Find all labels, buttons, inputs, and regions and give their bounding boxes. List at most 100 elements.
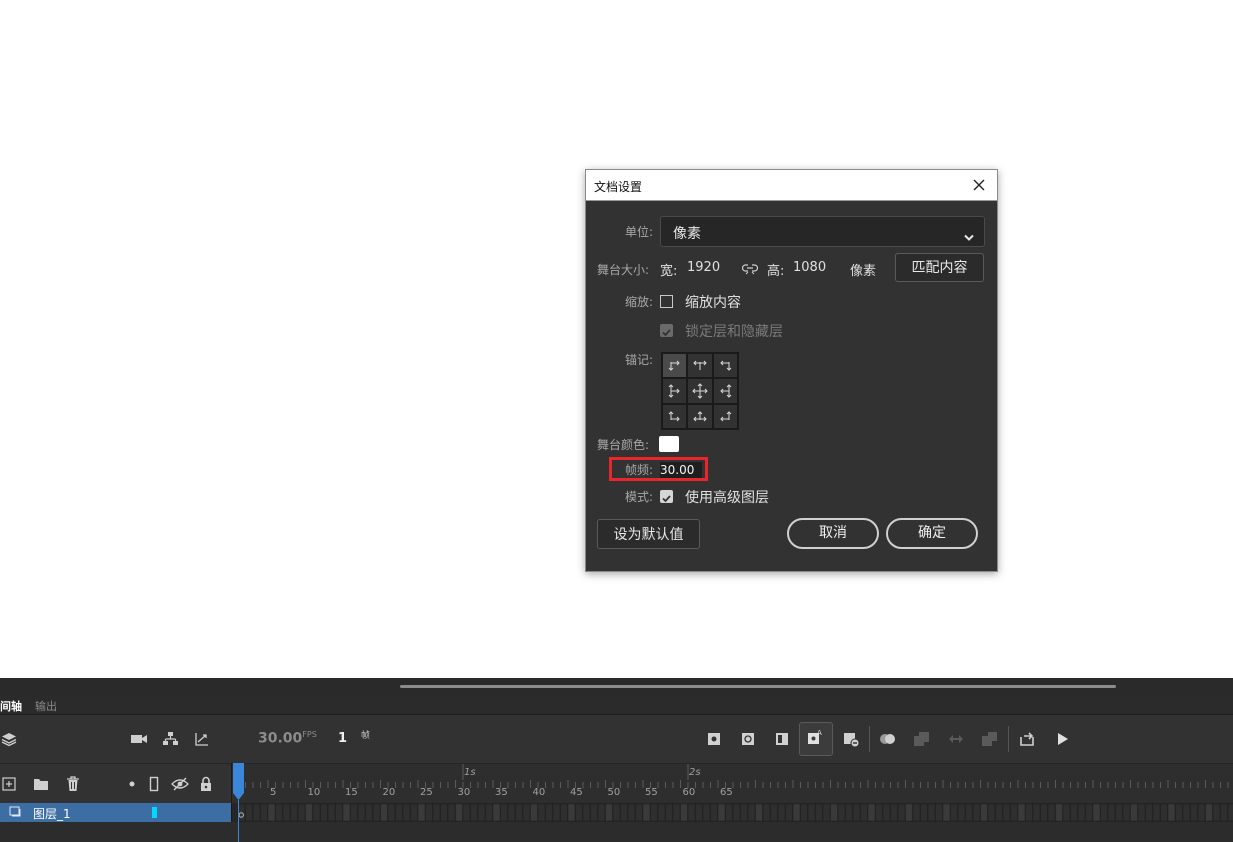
svg-text:A: A: [817, 729, 822, 737]
anchor-top-center[interactable]: [687, 353, 713, 379]
anchor-bottom-left[interactable]: [662, 403, 688, 429]
frame-cell: [395, 803, 403, 822]
unit-select-value: 像素: [673, 226, 701, 242]
clear-keyframe-icon[interactable]: [842, 730, 860, 748]
current-frame[interactable]: 1: [338, 731, 347, 746]
frame-cell: [755, 803, 763, 822]
width-input[interactable]: 1920: [687, 260, 720, 275]
anchor-top-left[interactable]: [662, 353, 688, 379]
frame-cell: [417, 803, 426, 822]
frame-cell: [275, 803, 283, 822]
height-label: 高:: [767, 264, 785, 279]
stage-color-swatch[interactable]: [659, 436, 679, 452]
ruler-frame-number: 20: [382, 787, 396, 798]
frame-cell: [1107, 803, 1116, 822]
frame-cell: [410, 803, 418, 822]
anchor-bottom-center[interactable]: [687, 403, 713, 429]
set-default-button[interactable]: 设为默认值: [597, 519, 700, 549]
graph-icon[interactable]: [193, 730, 211, 748]
advanced-layers-checkbox[interactable]: [660, 490, 673, 503]
frame-cell: [830, 803, 838, 822]
insert-keyframe-icon[interactable]: [705, 730, 723, 748]
frame-cell: [710, 803, 718, 822]
new-layer-icon[interactable]: [0, 775, 18, 793]
outline-icon[interactable]: [145, 775, 163, 793]
frame-cell: [1010, 803, 1018, 822]
frame-cell: [537, 803, 546, 822]
frame-cell: [560, 803, 568, 822]
frame-cell: [657, 803, 666, 822]
cancel-button[interactable]: 取消: [787, 518, 879, 549]
anchor-center[interactable]: [687, 378, 713, 404]
insert-frame-icon[interactable]: [773, 730, 791, 748]
dialog-title-bar[interactable]: 文档设置: [586, 170, 997, 201]
frame-cell: [777, 803, 786, 822]
frame-cell: [1122, 803, 1131, 822]
anchor-top-right[interactable]: [712, 353, 738, 379]
ruler-second-label: 2s: [689, 767, 701, 778]
frame-cell: [605, 803, 613, 822]
frame-cell: [972, 803, 981, 822]
frames-row[interactable]: [232, 803, 1233, 822]
frame-cell: [1190, 803, 1198, 822]
layer-color-marker[interactable]: [152, 807, 157, 818]
highlight-layers-icon[interactable]: [123, 775, 141, 793]
frame-cell: [957, 803, 966, 822]
scale-label: 缩放:: [625, 295, 654, 309]
frame-cell: [1212, 803, 1221, 822]
match-content-button[interactable]: 匹配内容: [895, 253, 984, 282]
playhead[interactable]: [232, 763, 245, 842]
layer-row[interactable]: 图层_1: [0, 803, 231, 822]
parenting-icon[interactable]: [162, 730, 180, 748]
fps-value: 30.00: [258, 730, 303, 747]
delete-icon[interactable]: [64, 775, 82, 793]
frame-rate-input[interactable]: 30.00: [660, 462, 702, 478]
lock-icon[interactable]: [197, 775, 215, 793]
frame-cell: [252, 803, 261, 822]
unit-select[interactable]: 像素: [660, 216, 985, 247]
frame-cell: [1040, 803, 1048, 822]
frame-cell: [1032, 803, 1041, 822]
ok-button[interactable]: 确定: [886, 518, 978, 549]
height-input[interactable]: 1080: [793, 260, 826, 275]
tab-output[interactable]: 输出: [35, 698, 57, 714]
frame-cell: [290, 803, 298, 822]
ruler-frame-number: 40: [532, 787, 546, 798]
anchor-bottom-right[interactable]: [712, 403, 738, 429]
loop-playback-icon[interactable]: [1018, 730, 1036, 748]
frame-cell: [800, 803, 808, 822]
stage-size-label: 舞台大小:: [597, 263, 650, 277]
frame-cell: [567, 803, 576, 822]
frame-cell: [905, 803, 913, 822]
tab-timeline[interactable]: 间轴: [0, 698, 22, 714]
link-icon[interactable]: [741, 261, 759, 280]
hide-layers-icon[interactable]: [171, 775, 189, 793]
scrollbar-thumb[interactable]: [400, 685, 1116, 688]
layer-name[interactable]: 图层_1: [33, 805, 71, 822]
empty-layer-area: [0, 822, 1233, 842]
camera-icon[interactable]: [130, 730, 148, 748]
close-icon[interactable]: [969, 175, 989, 195]
horizontal-scrollbar[interactable]: [0, 678, 1233, 695]
anchor-middle-left[interactable]: [662, 378, 688, 404]
scale-content-label: 缩放内容: [685, 295, 741, 311]
insert-blank-keyframe-icon[interactable]: [739, 730, 757, 748]
frame-cell: [1017, 803, 1026, 822]
layers-icon[interactable]: [0, 730, 18, 748]
new-folder-icon[interactable]: [32, 775, 50, 793]
anchor-middle-right[interactable]: [712, 378, 738, 404]
frame-cell: [1197, 803, 1206, 822]
play-icon[interactable]: [1053, 730, 1071, 748]
onion-skin-icon[interactable]: [879, 730, 897, 748]
frame-cell: [1100, 803, 1108, 822]
frame-cell: [665, 803, 673, 822]
anchor-label: 锚记:: [625, 353, 654, 367]
frame-cell: [785, 803, 793, 822]
fps-display[interactable]: 30.00FPS: [258, 730, 317, 747]
timeline-ruler[interactable]: 1s 2s 5 10 15 20 25 30 35 40 45 50 55 60 65: [232, 763, 1233, 804]
frame-cell: [1152, 803, 1161, 822]
scale-content-checkbox[interactable]: [660, 295, 673, 308]
ruler-frame-number: 30: [457, 787, 471, 798]
frame-cell: [267, 803, 276, 822]
frame-cell: [1182, 803, 1191, 822]
